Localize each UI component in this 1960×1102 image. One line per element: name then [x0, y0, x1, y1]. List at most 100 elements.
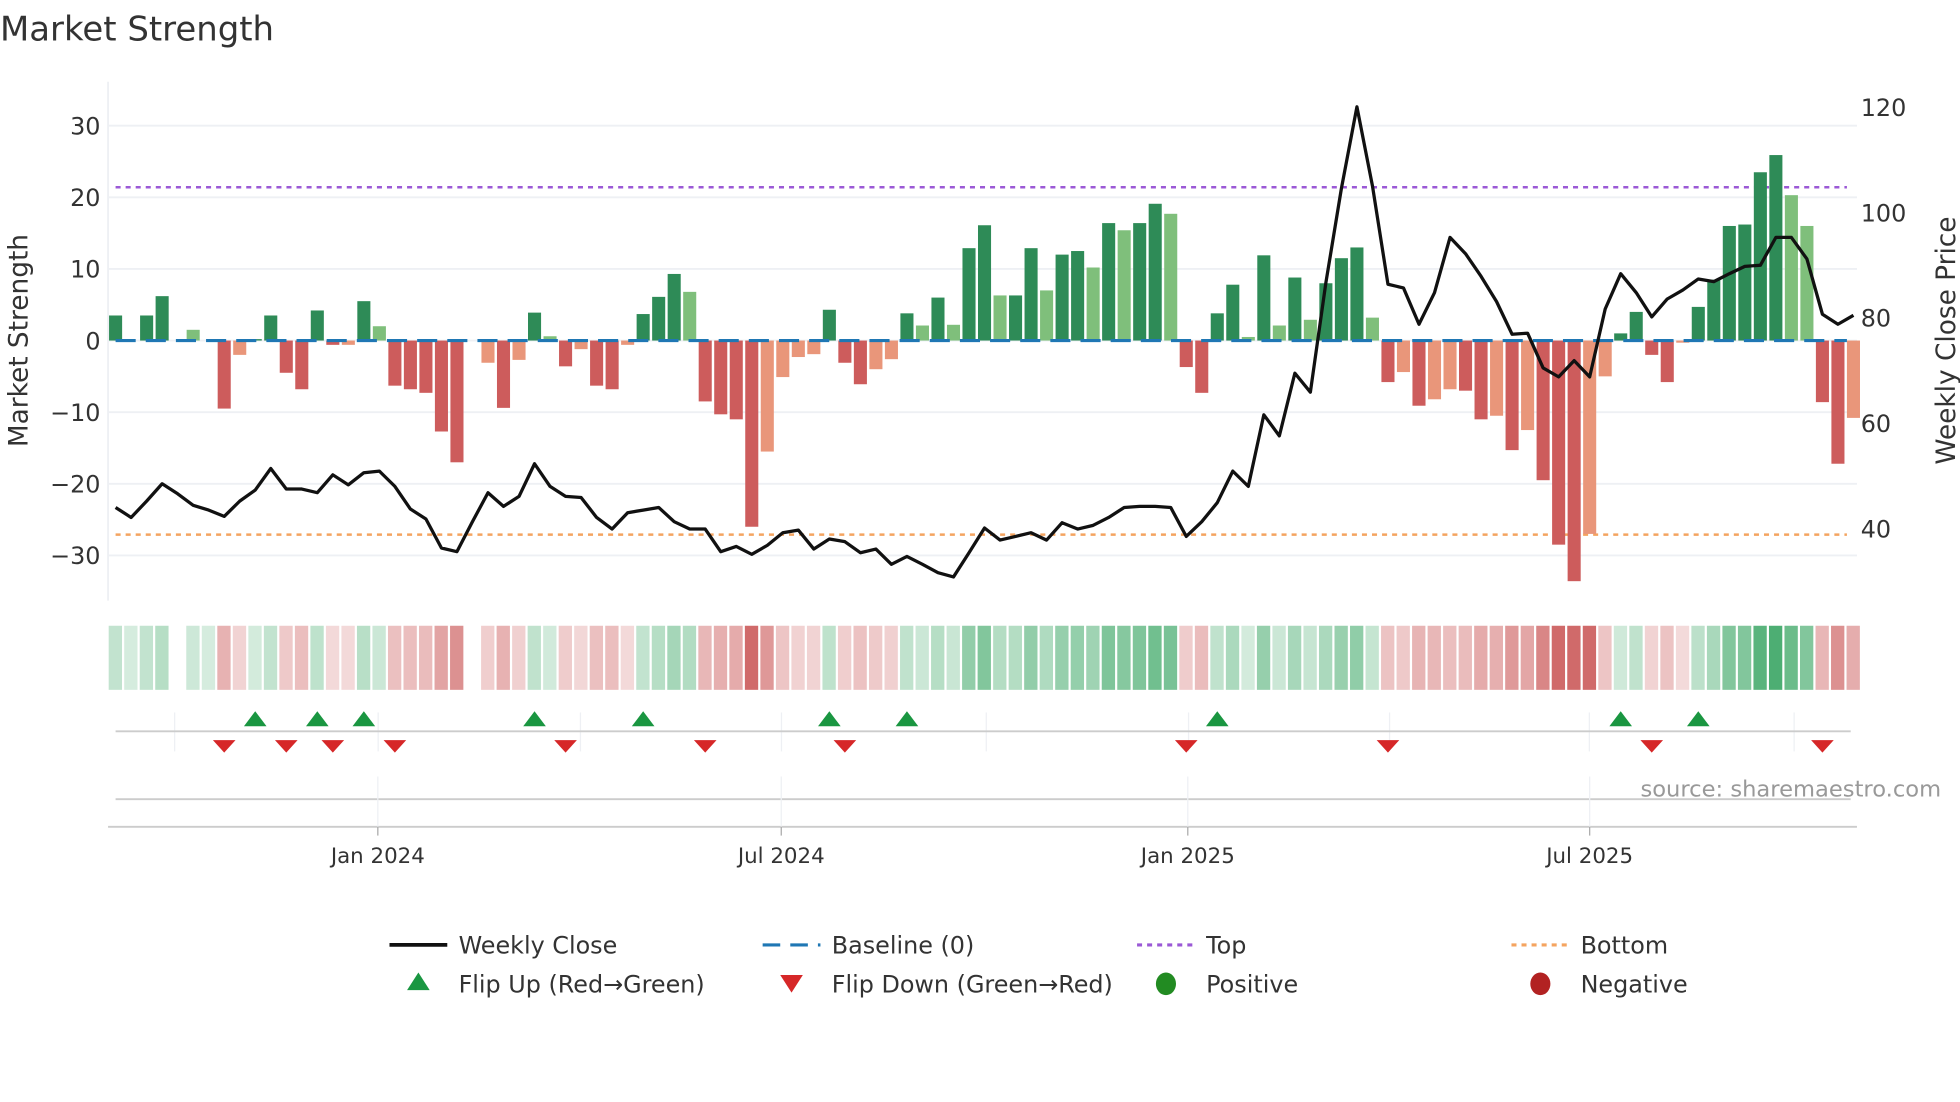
flip-down-marker	[1376, 740, 1400, 753]
y-axis-title: Market Strength	[5, 234, 35, 447]
heat-cell	[403, 625, 417, 690]
strength-bar	[233, 340, 247, 355]
heat-cell	[1365, 625, 1379, 690]
strength-bar	[1133, 223, 1147, 341]
strength-bar	[1381, 340, 1395, 383]
y-tick-label: 0	[85, 327, 100, 355]
heat-cell	[543, 625, 557, 690]
heat-cell	[884, 625, 898, 690]
heat-cell	[1318, 625, 1333, 690]
flip-up-marker	[631, 711, 655, 727]
heat-cell	[1629, 625, 1643, 690]
heat-cell	[1179, 625, 1193, 690]
heat-cell	[993, 625, 1007, 690]
heat-cell	[341, 625, 355, 690]
heat-cell	[1350, 625, 1364, 690]
strength-bar	[1148, 203, 1162, 341]
strength-bar	[760, 340, 774, 452]
strength-bar	[1505, 340, 1519, 451]
strength-bar	[822, 309, 836, 341]
strength-bar	[481, 340, 495, 363]
strength-bar	[1629, 311, 1643, 341]
heat-cell	[1303, 625, 1317, 690]
flip-markers-row	[115, 711, 1851, 753]
heat-cell	[1272, 625, 1286, 690]
strength-bar	[1846, 340, 1860, 418]
heat-cell	[450, 625, 464, 690]
heat-cell	[186, 625, 200, 690]
strength-bar	[1412, 340, 1426, 406]
legend-circle-icon	[1155, 972, 1176, 996]
strength-bar	[528, 312, 542, 341]
strength-bar	[1086, 267, 1100, 341]
heat-cell	[1024, 625, 1038, 690]
heat-cell	[667, 625, 681, 690]
heat-cell	[1799, 625, 1814, 690]
heat-cell	[1458, 625, 1472, 690]
strength-bar	[1195, 340, 1209, 393]
strength-bar	[1071, 251, 1085, 341]
heat-cell	[1474, 625, 1488, 690]
y-tick-label: −30	[50, 542, 100, 570]
heat-cell	[1163, 625, 1178, 690]
heat-cell	[1210, 625, 1224, 690]
legend-triangle-up-icon	[407, 972, 430, 991]
heat-cell	[434, 625, 448, 690]
legend-item-top: Top	[1137, 932, 1246, 960]
strength-bar	[155, 296, 169, 341]
heat-cell	[1055, 625, 1069, 690]
y-tick-label: 30	[70, 113, 100, 141]
heat-cell	[1132, 625, 1147, 690]
legend-triangle-down-icon	[780, 975, 803, 993]
heat-cell	[201, 625, 216, 690]
heat-cell	[279, 625, 293, 690]
chart-title: Market Strength	[0, 9, 274, 48]
heat-cell	[682, 625, 697, 690]
heat-cell	[217, 625, 231, 690]
heat-cell	[558, 625, 572, 690]
y2-tick-label: 80	[1861, 305, 1891, 333]
heat-cell	[1691, 625, 1705, 690]
flip-up-marker	[895, 711, 919, 727]
strength-bar	[807, 340, 821, 355]
heat-cell	[977, 625, 991, 690]
strength-bar	[1272, 325, 1286, 341]
heat-cell	[527, 625, 541, 690]
strength-bar	[1722, 225, 1736, 341]
heat-cell	[589, 625, 604, 690]
strength-bar	[1800, 225, 1814, 341]
heat-cell	[1706, 625, 1721, 690]
flip-down-marker	[274, 740, 298, 753]
strength-bar	[1288, 277, 1302, 341]
flip-up-marker	[1686, 711, 1710, 727]
flip-up-marker	[1205, 711, 1229, 727]
flip-up-marker	[818, 711, 841, 727]
strength-bar	[1117, 230, 1131, 341]
strength-bar	[636, 314, 650, 341]
strength-bar	[900, 313, 914, 341]
legend-item-negative: Negative	[1530, 971, 1688, 999]
flip-down-marker	[212, 740, 236, 753]
heat-cell	[636, 625, 650, 690]
heat-cell	[1520, 625, 1535, 690]
heat-cell	[713, 625, 728, 690]
strength-bar	[977, 225, 992, 341]
strength-bar	[652, 296, 666, 341]
strength-bar	[714, 340, 728, 415]
strength-bar	[1443, 340, 1457, 390]
heat-cell	[387, 625, 402, 690]
strength-bar	[1598, 340, 1612, 377]
heat-cell	[1101, 625, 1116, 690]
strength-bar	[1210, 313, 1224, 341]
strength-bar	[1521, 340, 1535, 431]
strength-bar	[776, 340, 790, 378]
heat-cell	[729, 625, 743, 690]
heat-cell	[806, 625, 821, 690]
heat-cell	[1660, 625, 1674, 690]
heat-cell	[1427, 625, 1441, 690]
y2-tick-label: 60	[1861, 410, 1891, 438]
strength-bar	[310, 310, 324, 341]
heat-cell	[760, 625, 774, 690]
heat-cell	[1396, 625, 1410, 690]
strength-bar	[869, 340, 883, 370]
